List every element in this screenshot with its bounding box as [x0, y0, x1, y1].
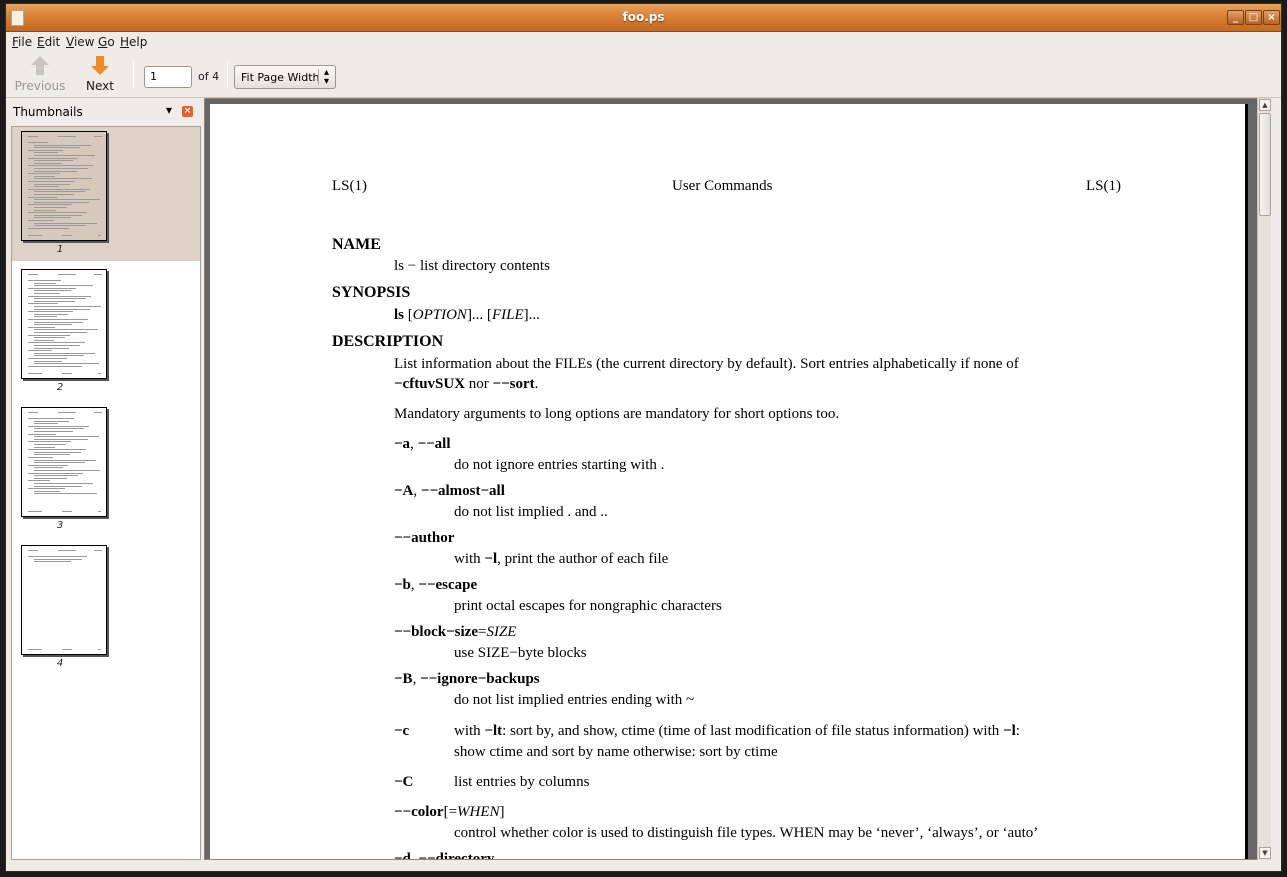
description-line-2: −cftuvSUX nor −−sort. — [394, 376, 539, 392]
scroll-down-icon[interactable]: ▼ — [1259, 847, 1271, 859]
thumbnail-image — [21, 269, 107, 379]
next-button[interactable]: Next — [80, 56, 120, 93]
previous-button[interactable]: Previous — [14, 56, 66, 93]
minimize-button[interactable]: _ — [1227, 10, 1244, 25]
header-center: User Commands — [672, 178, 773, 194]
viewer-window: foo.ps _ □ × File Edit View Go Help Prev… — [5, 3, 1282, 872]
thumbnail-list: 1 2 3 4 — [11, 126, 201, 860]
option-block-size-desc: use SIZE−byte blocks — [454, 645, 587, 661]
menu-edit[interactable]: Edit — [37, 35, 60, 49]
status-area — [6, 861, 1281, 871]
thumbnail-page-1[interactable]: 1 — [12, 127, 200, 261]
sidebar-title: Thumbnails — [13, 105, 83, 119]
thumbnail-number: 3 — [56, 520, 64, 531]
option-b-desc: print octal escapes for nongraphic chara… — [454, 598, 722, 614]
option-A: −A, −−almost−all — [394, 483, 505, 499]
description-line-1: List information about the FILEs (the cu… — [394, 356, 1019, 372]
option-author-desc: with −l, print the author of each file — [454, 551, 669, 567]
down-arrow-icon — [91, 56, 109, 76]
thumbnail-image — [21, 131, 107, 241]
scroll-up-icon[interactable]: ▲ — [1259, 99, 1271, 111]
name-text: ls − list directory contents — [394, 258, 550, 274]
toolbar-separator — [227, 61, 228, 89]
document-view[interactable]: LS(1) User Commands LS(1) NAME ls − list… — [204, 98, 1270, 860]
dropdown-arrow-icon[interactable]: ▾ — [166, 103, 172, 117]
toolbar: Previous Next 1 of 4 Fit Page Width ▴ ▾ — [6, 53, 1281, 98]
scrollbar-thumb[interactable] — [1259, 113, 1271, 216]
sidebar-header: Thumbnails ▾ × — [11, 100, 201, 124]
thumbnail-page-3[interactable]: 3 — [12, 403, 200, 537]
option-block-size: −−block−size=SIZE — [394, 624, 517, 640]
description-heading: DESCRIPTION — [332, 333, 444, 350]
option-C: −C — [394, 774, 414, 790]
thumbnail-number: 2 — [56, 382, 64, 393]
close-button[interactable]: × — [1263, 10, 1280, 25]
vertical-scrollbar[interactable]: ▲ ▼ — [1257, 98, 1271, 860]
option-C-desc: list entries by columns — [454, 774, 590, 790]
header-right: LS(1) — [1086, 178, 1121, 194]
zoom-select[interactable]: Fit Page Width ▴ ▾ — [234, 65, 336, 89]
option-B-desc: do not list implied entries ending with … — [454, 692, 695, 708]
previous-label: Previous — [14, 79, 66, 93]
option-author: −−author — [394, 530, 455, 546]
menu-bar: File Edit View Go Help — [6, 32, 1281, 53]
option-d: −d, −−directory — [394, 851, 495, 860]
option-a-desc: do not ignore entries starting with . — [454, 457, 665, 473]
menu-file[interactable]: File — [12, 35, 32, 49]
option-A-desc: do not list implied . and .. — [454, 504, 608, 520]
mandatory-note: Mandatory arguments to long options are … — [394, 406, 840, 422]
close-sidebar-icon[interactable]: × — [182, 106, 193, 117]
thumbnail-image — [21, 407, 107, 517]
thumbnail-page-2[interactable]: 2 — [12, 265, 200, 399]
option-B: −B, −−ignore−backups — [394, 671, 540, 687]
option-color-desc: control whether color is used to disting… — [454, 825, 1039, 841]
synopsis-heading: SYNOPSIS — [332, 284, 411, 301]
toolbar-separator — [133, 61, 134, 89]
option-b: −b, −−escape — [394, 577, 478, 593]
window-title: foo.ps — [622, 10, 665, 24]
thumbnail-number: 4 — [56, 658, 64, 669]
document-page: LS(1) User Commands LS(1) NAME ls − list… — [210, 104, 1248, 860]
page-number-input[interactable]: 1 — [144, 66, 192, 88]
thumbnail-image — [21, 545, 107, 655]
thumbnail-number: 1 — [56, 244, 64, 255]
option-color: −−color[=WHEN] — [394, 804, 505, 820]
zoom-value: Fit Page Width — [241, 71, 320, 84]
menu-view[interactable]: View — [66, 35, 94, 49]
synopsis-text: ls [OPTION]... [FILE]... — [394, 307, 540, 323]
up-arrow-icon — [31, 56, 49, 76]
header-left: LS(1) — [332, 178, 367, 194]
option-c-desc-1: with −lt: sort by, and show, ctime (time… — [454, 723, 1020, 739]
spin-arrows-icon: ▴ ▾ — [323, 67, 330, 87]
sidebar: Thumbnails ▾ × 1 2 3 4 — [11, 100, 201, 860]
maximize-button[interactable]: □ — [1245, 10, 1262, 25]
name-heading: NAME — [332, 236, 381, 253]
option-c: −c — [394, 723, 410, 739]
menu-help[interactable]: Help — [120, 35, 147, 49]
title-bar[interactable]: foo.ps _ □ × — [6, 4, 1281, 32]
option-a: −a, −−all — [394, 436, 451, 452]
option-c-desc-2: show ctime and sort by name otherwise: s… — [454, 744, 778, 760]
page-total-label: of 4 — [198, 70, 220, 83]
menu-go[interactable]: Go — [98, 35, 115, 49]
thumbnail-page-4[interactable]: 4 — [12, 541, 200, 675]
next-label: Next — [86, 79, 114, 93]
